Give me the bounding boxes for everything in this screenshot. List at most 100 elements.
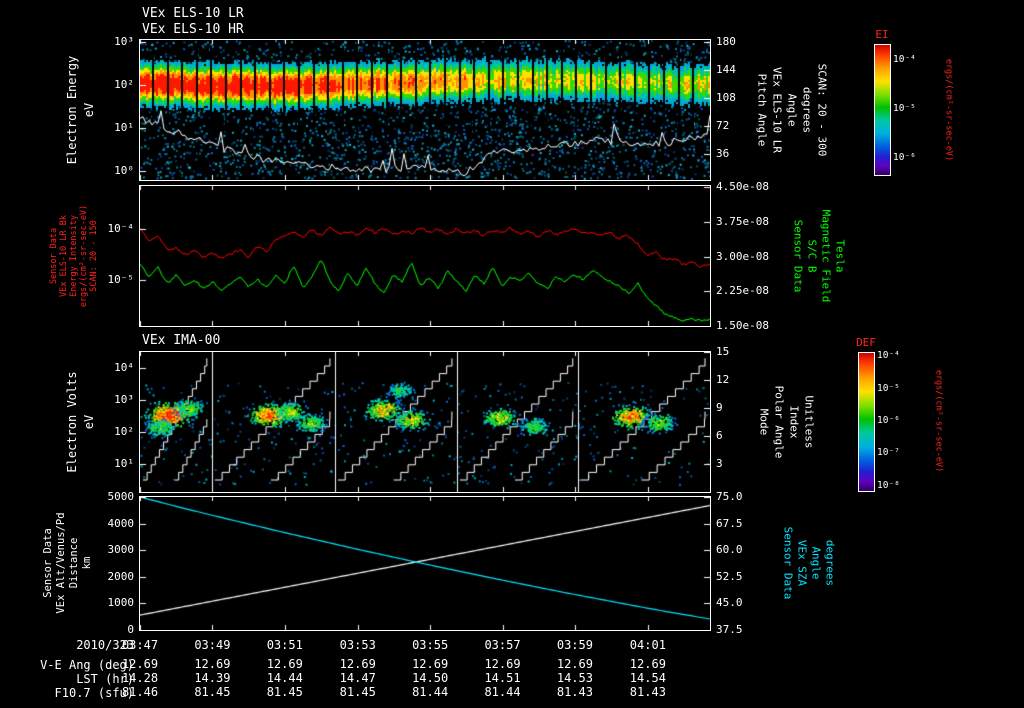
mode-tick-2: 9 [716, 401, 723, 414]
table-value-r0-c1: 12.69 [194, 657, 231, 671]
els-ylabel-line-0: Electron Energy [65, 55, 79, 165]
mode-tick-3: 6 [716, 429, 723, 442]
pitch-angle-label-line-3: degrees [800, 86, 814, 134]
bfield-label-line-0: Sensor Data [791, 219, 805, 293]
sza-label-line-3: degrees [823, 539, 837, 587]
pitch-tick-2: 108 [716, 91, 736, 105]
sza-tick-4: 45.0 [716, 596, 743, 610]
els-ylabel-line-1: eV [82, 102, 96, 118]
time-tick-6: 03:59 [556, 638, 593, 652]
table-value-r0-c5: 12.69 [484, 657, 521, 671]
alt-ytick-5: 0 [127, 623, 134, 636]
bfield-tick-2: 3.00e-08 [716, 249, 769, 263]
sza-tick-3: 52.5 [716, 569, 743, 583]
bfield-tick-0: 4.50e-08 [716, 180, 769, 194]
bfield-tick-4: 1.50e-08 [716, 319, 769, 332]
table-value-r1-c4: 14.50 [412, 671, 449, 685]
mode-label-line-1: Polar Angle [772, 385, 786, 459]
ima-spectrogram-canvas [140, 352, 710, 492]
mode-label-line-0: Mode [757, 408, 771, 436]
els-lr-title: VEx ELS-10 LR [142, 6, 244, 21]
mode-label-line-2: Index [787, 405, 801, 439]
alt-ytick-0: 5000 [107, 490, 135, 503]
bfield-tick-1: 3.75e-08 [716, 215, 769, 229]
els-cbar-tick-0: 10⁻⁴ [893, 53, 916, 65]
ima-cbar-tick-0: 10⁻⁴ [877, 350, 900, 362]
altitude-sza-panel [139, 496, 711, 631]
bfield-label-line-3: Tesla [833, 239, 847, 273]
table-value-r2-c3: 81.45 [339, 685, 376, 699]
table-value-r0-c3: 12.69 [339, 657, 376, 671]
ima-colorbar [858, 352, 875, 492]
ima-cbar-tick-4: 10⁻⁸ [877, 479, 900, 491]
altitude-sza-canvas [140, 497, 710, 630]
table-value-r1-c0: 14.28 [121, 671, 159, 685]
ima-ylabel-line-0: Electron Volts [65, 371, 79, 473]
table-value-r2-c7: 81.43 [629, 685, 666, 699]
ima-title: VEx IMA-00 [142, 333, 221, 348]
els-ytick-3: 10⁰ [114, 164, 134, 178]
pitch-angle-label-line-2: Angle [785, 93, 799, 127]
table-value-r2-c4: 81.44 [412, 685, 449, 699]
table-value-r1-c5: 14.51 [484, 671, 521, 685]
intensity-bfield-canvas [140, 186, 710, 326]
ima-cbar-tick-2: 10⁻⁶ [877, 415, 900, 426]
sza-tick-1: 67.5 [716, 516, 743, 530]
time-tick-2: 03:51 [266, 638, 303, 652]
table-value-r2-c2: 81.45 [266, 685, 303, 699]
mode-tick-4: 3 [716, 457, 723, 470]
time-tick-0: 03:47 [121, 638, 159, 652]
ima-cbar-tick-3: 10⁻⁷ [877, 447, 900, 459]
table-value-r2-c6: 81.43 [556, 685, 593, 699]
intensity-ylabel-line-4: SCAN: 20 - 150 [88, 220, 99, 292]
sza-label-line-1: VEx SZA [795, 539, 809, 587]
pitch-tick-1: 144 [716, 63, 736, 77]
pitch-tick-3: 72 [716, 119, 730, 133]
sza-tick-5: 37.5 [716, 623, 743, 636]
table-value-r0-c4: 12.69 [412, 657, 449, 671]
time-tick-3: 03:53 [339, 638, 376, 652]
altitude-ylabel-line-3: km [80, 556, 93, 570]
pitch-angle-label-line-1: VEx ELS-10 LR [770, 66, 784, 154]
table-value-r1-c2: 14.44 [266, 671, 303, 685]
ima-colorbar-title: DEF [856, 336, 876, 349]
els-cbar-units-line-0: ergs/(cm²-sr-sec-eV) [943, 58, 954, 162]
pitch-tick-0: 180 [716, 35, 736, 49]
sza-tick-0: 75.0 [716, 490, 743, 503]
altitude-ylabel-line-1: VEx Alt/Venus/Pd [54, 512, 67, 614]
bfield-label-line-2: Magnetic Field [819, 209, 833, 303]
plot-page: VEx ELS-10 LR VEx ELS-10 HR VEx IMA-00 E… [0, 0, 1024, 708]
table-value-r2-c5: 81.44 [484, 685, 521, 699]
table-value-r0-c2: 12.69 [266, 657, 303, 671]
sza-tick-2: 60.0 [716, 543, 743, 557]
els-cbar-tick-1: 10⁻⁵ [893, 103, 916, 114]
altitude-ylabel-line-0: Sensor Data [41, 528, 54, 598]
intensity-ylabel-line-1: VEx ELS-10 LR Bk [58, 215, 69, 297]
table-value-r2-c0: 81.46 [121, 685, 159, 699]
intensity-bfield-panel [139, 185, 711, 327]
ima-spectrogram-panel [139, 351, 711, 493]
intensity-ylabel-line-3: ergs/(cm²-sr-sec-eV) [78, 204, 89, 308]
alt-ytick-1: 4000 [107, 516, 135, 530]
sza-label-line-0: Sensor Data [781, 526, 795, 600]
pitch-angle-label-line-4: SCAN: 20 - 300 [815, 63, 829, 157]
table-value-r1-c6: 14.53 [556, 671, 593, 685]
mode-tick-0: 15 [716, 345, 730, 358]
intensity-ylabel-line-2: Energy Intensity [68, 215, 79, 297]
time-tick-1: 03:49 [194, 638, 231, 652]
intensity-ylabel-line-0: Sensor Data [48, 227, 59, 285]
ima-cbar-tick-1: 10⁻⁵ [877, 382, 900, 394]
ima-cbar-units-line-0: ergs/(cm²-sr-sec-eV) [933, 369, 944, 473]
table-value-r0-c7: 12.69 [629, 657, 666, 671]
els-colorbar-title: EI [875, 28, 889, 41]
table-value-r2-c1: 81.45 [194, 685, 231, 699]
alt-ytick-4: 1000 [107, 596, 135, 610]
els-spectrogram-canvas [140, 40, 710, 180]
els-cbar-tick-2: 10⁻⁶ [893, 152, 916, 164]
table-value-r1-c7: 14.54 [629, 671, 666, 685]
ima-ylabel-line-1: eV [82, 414, 96, 430]
mode-label-line-3: Unitless [802, 395, 816, 449]
table-value-r1-c1: 14.39 [194, 671, 231, 685]
pitch-tick-4: 36 [716, 147, 730, 161]
els-spectrogram-panel [139, 39, 711, 181]
